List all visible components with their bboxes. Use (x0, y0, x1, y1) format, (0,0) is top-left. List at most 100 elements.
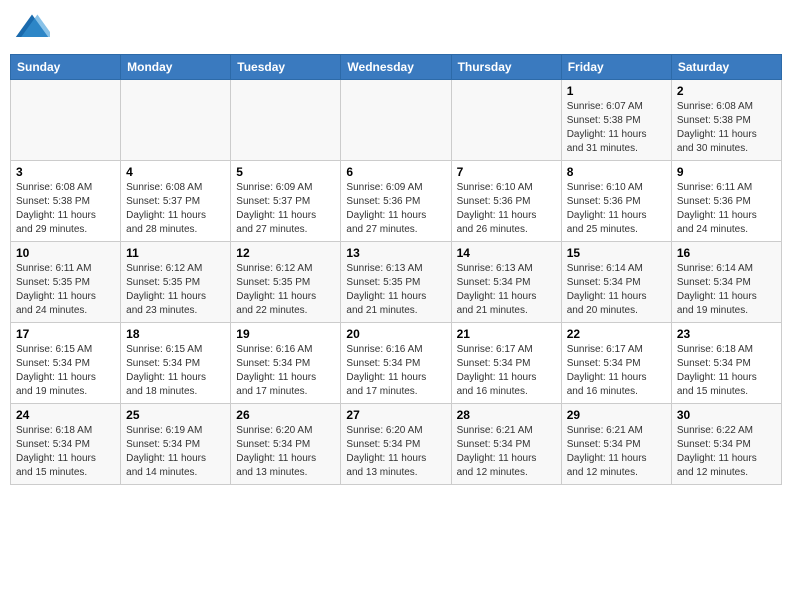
day-number: 27 (346, 408, 445, 422)
calendar-cell: 6Sunrise: 6:09 AM Sunset: 5:36 PM Daylig… (341, 161, 451, 242)
calendar-cell: 29 Sunrise: 6:21 AM Sunset: 5:34 PM Dayli… (561, 404, 671, 485)
calendar-cell: 5 Sunrise: 6:09 AM Sunset: 5:37 PM Daylig… (231, 161, 341, 242)
day-info: Sunrise: 6:20 AM Sunset: 5:34 PM Dayligh… (236, 424, 335, 480)
day-number: 8 (567, 165, 666, 179)
day-info: Sunrise: 6:21 AM Sunset: 5:34 PM Dayligh… (457, 424, 556, 480)
day-info: Sunrise: 6:19 AM Sunset: 5:34 PM Dayligh… (126, 424, 225, 480)
day-info: Sunrise: 6:10 AM Sunset: 5:36 PM Dayligh… (457, 181, 556, 237)
day-info: Sunrise: 6:21 AM Sunset: 5:34 PM Dayligh… (567, 424, 666, 480)
page-header (10, 10, 782, 46)
calendar-cell: 13 Sunrise: 6:13 AM Sunset: 5:35 PM Dayli… (341, 242, 451, 323)
calendar-cell: 27 Sunrise: 6:20 AM Sunset: 5:34 PM Dayli… (341, 404, 451, 485)
day-info: Sunrise: 6:11 AM Sunset: 5:36 PM Dayligh… (677, 181, 776, 237)
weekday-header: Monday (121, 55, 231, 80)
day-number: 2 (677, 84, 776, 98)
day-number: 10 (16, 246, 115, 260)
calendar-week-row: 3Sunrise: 6:08 AM Sunset: 5:38 PM Daylig… (11, 161, 782, 242)
weekday-header: Sunday (11, 55, 121, 80)
day-number: 7 (457, 165, 556, 179)
day-number: 23 (677, 327, 776, 341)
day-info: Sunrise: 6:12 AM Sunset: 5:35 PM Dayligh… (126, 262, 225, 318)
day-info: Sunrise: 6:18 AM Sunset: 5:34 PM Dayligh… (677, 343, 776, 399)
day-number: 9 (677, 165, 776, 179)
calendar-week-row: 17 Sunrise: 6:15 AM Sunset: 5:34 PM Dayli… (11, 323, 782, 404)
day-info: Sunrise: 6:13 AM Sunset: 5:35 PM Dayligh… (346, 262, 445, 318)
day-number: 12 (236, 246, 335, 260)
calendar-cell: 8 Sunrise: 6:10 AM Sunset: 5:36 PM Daylig… (561, 161, 671, 242)
day-number: 16 (677, 246, 776, 260)
day-info: Sunrise: 6:11 AM Sunset: 5:35 PM Dayligh… (16, 262, 115, 318)
calendar-cell: 23 Sunrise: 6:18 AM Sunset: 5:34 PM Dayli… (671, 323, 781, 404)
calendar-cell: 1 Sunrise: 6:07 AM Sunset: 5:38 PM Daylig… (561, 80, 671, 161)
day-number: 6 (346, 165, 445, 179)
weekday-header: Wednesday (341, 55, 451, 80)
day-info: Sunrise: 6:16 AM Sunset: 5:34 PM Dayligh… (346, 343, 445, 399)
weekday-header: Friday (561, 55, 671, 80)
day-info: Sunrise: 6:17 AM Sunset: 5:34 PM Dayligh… (457, 343, 556, 399)
calendar-table: SundayMondayTuesdayWednesdayThursdayFrid… (10, 54, 782, 485)
weekday-header: Tuesday (231, 55, 341, 80)
day-info: Sunrise: 6:17 AM Sunset: 5:34 PM Dayligh… (567, 343, 666, 399)
calendar-cell (451, 80, 561, 161)
day-number: 4 (126, 165, 225, 179)
calendar-cell: 4 Sunrise: 6:08 AM Sunset: 5:37 PM Daylig… (121, 161, 231, 242)
calendar-week-row: 10 Sunrise: 6:11 AM Sunset: 5:35 PM Dayli… (11, 242, 782, 323)
calendar-cell: 30Sunrise: 6:22 AM Sunset: 5:34 PM Dayli… (671, 404, 781, 485)
logo (14, 10, 54, 46)
day-number: 21 (457, 327, 556, 341)
day-info: Sunrise: 6:12 AM Sunset: 5:35 PM Dayligh… (236, 262, 335, 318)
calendar-cell: 3Sunrise: 6:08 AM Sunset: 5:38 PM Daylig… (11, 161, 121, 242)
day-info: Sunrise: 6:08 AM Sunset: 5:38 PM Dayligh… (677, 100, 776, 156)
day-info: Sunrise: 6:18 AM Sunset: 5:34 PM Dayligh… (16, 424, 115, 480)
day-number: 5 (236, 165, 335, 179)
calendar-cell: 20 Sunrise: 6:16 AM Sunset: 5:34 PM Dayli… (341, 323, 451, 404)
day-number: 19 (236, 327, 335, 341)
calendar-cell (231, 80, 341, 161)
day-number: 17 (16, 327, 115, 341)
calendar-header-row: SundayMondayTuesdayWednesdayThursdayFrid… (11, 55, 782, 80)
calendar-cell: 7 Sunrise: 6:10 AM Sunset: 5:36 PM Daylig… (451, 161, 561, 242)
calendar-cell (341, 80, 451, 161)
calendar-cell: 28 Sunrise: 6:21 AM Sunset: 5:34 PM Dayli… (451, 404, 561, 485)
day-info: Sunrise: 6:08 AM Sunset: 5:37 PM Dayligh… (126, 181, 225, 237)
calendar-cell: 17 Sunrise: 6:15 AM Sunset: 5:34 PM Dayli… (11, 323, 121, 404)
day-number: 29 (567, 408, 666, 422)
day-number: 15 (567, 246, 666, 260)
day-info: Sunrise: 6:15 AM Sunset: 5:34 PM Dayligh… (16, 343, 115, 399)
calendar-cell: 19Sunrise: 6:16 AM Sunset: 5:34 PM Dayli… (231, 323, 341, 404)
calendar-week-row: 24 Sunrise: 6:18 AM Sunset: 5:34 PM Dayli… (11, 404, 782, 485)
day-number: 24 (16, 408, 115, 422)
day-info: Sunrise: 6:20 AM Sunset: 5:34 PM Dayligh… (346, 424, 445, 480)
calendar-cell: 22Sunrise: 6:17 AM Sunset: 5:34 PM Dayli… (561, 323, 671, 404)
day-info: Sunrise: 6:14 AM Sunset: 5:34 PM Dayligh… (677, 262, 776, 318)
calendar-cell: 18 Sunrise: 6:15 AM Sunset: 5:34 PM Dayli… (121, 323, 231, 404)
calendar-cell: 9 Sunrise: 6:11 AM Sunset: 5:36 PM Daylig… (671, 161, 781, 242)
day-info: Sunrise: 6:09 AM Sunset: 5:37 PM Dayligh… (236, 181, 335, 237)
day-number: 13 (346, 246, 445, 260)
day-info: Sunrise: 6:13 AM Sunset: 5:34 PM Dayligh… (457, 262, 556, 318)
day-number: 28 (457, 408, 556, 422)
calendar-cell: 21 Sunrise: 6:17 AM Sunset: 5:34 PM Dayli… (451, 323, 561, 404)
calendar-cell (11, 80, 121, 161)
calendar-cell: 26Sunrise: 6:20 AM Sunset: 5:34 PM Dayli… (231, 404, 341, 485)
day-number: 3 (16, 165, 115, 179)
day-info: Sunrise: 6:10 AM Sunset: 5:36 PM Dayligh… (567, 181, 666, 237)
calendar-week-row: 1 Sunrise: 6:07 AM Sunset: 5:38 PM Daylig… (11, 80, 782, 161)
day-number: 18 (126, 327, 225, 341)
calendar-cell: 15 Sunrise: 6:14 AM Sunset: 5:34 PM Dayli… (561, 242, 671, 323)
day-number: 25 (126, 408, 225, 422)
calendar-cell (121, 80, 231, 161)
day-info: Sunrise: 6:15 AM Sunset: 5:34 PM Dayligh… (126, 343, 225, 399)
day-number: 14 (457, 246, 556, 260)
calendar-cell: 12 Sunrise: 6:12 AM Sunset: 5:35 PM Dayli… (231, 242, 341, 323)
day-number: 1 (567, 84, 666, 98)
day-info: Sunrise: 6:07 AM Sunset: 5:38 PM Dayligh… (567, 100, 666, 156)
day-number: 20 (346, 327, 445, 341)
weekday-header: Thursday (451, 55, 561, 80)
day-info: Sunrise: 6:14 AM Sunset: 5:34 PM Dayligh… (567, 262, 666, 318)
day-number: 11 (126, 246, 225, 260)
calendar-cell: 14 Sunrise: 6:13 AM Sunset: 5:34 PM Dayli… (451, 242, 561, 323)
calendar-cell: 25 Sunrise: 6:19 AM Sunset: 5:34 PM Dayli… (121, 404, 231, 485)
weekday-header: Saturday (671, 55, 781, 80)
day-info: Sunrise: 6:22 AM Sunset: 5:34 PM Dayligh… (677, 424, 776, 480)
